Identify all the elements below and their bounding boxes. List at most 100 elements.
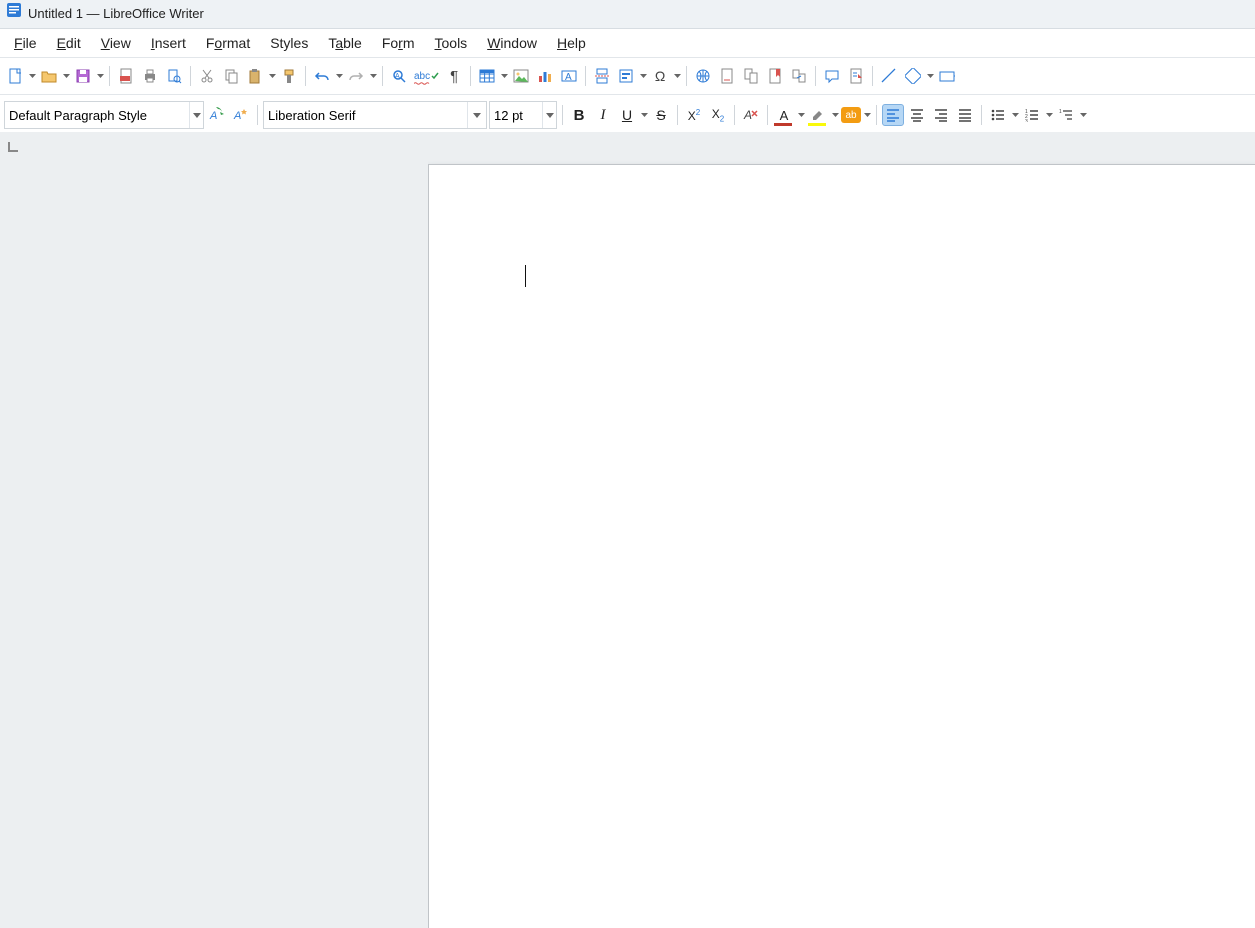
- insert-table-dropdown[interactable]: [500, 65, 508, 87]
- draw-functions-button[interactable]: [936, 65, 958, 87]
- font-size-combo[interactable]: [489, 101, 557, 129]
- paste-button[interactable]: [244, 65, 266, 87]
- insert-page-break-button[interactable]: [591, 65, 613, 87]
- highlight-color-button[interactable]: [807, 104, 829, 126]
- new-dropdown[interactable]: [28, 65, 36, 87]
- font-size-input[interactable]: [490, 102, 542, 128]
- align-right-button[interactable]: [930, 104, 952, 126]
- char-highlight-button[interactable]: ab: [841, 107, 861, 123]
- outline-list-button[interactable]: 1: [1055, 104, 1077, 126]
- menu-edit[interactable]: Edit: [47, 32, 91, 54]
- track-changes-button[interactable]: [845, 65, 867, 87]
- find-replace-button[interactable]: A: [388, 65, 410, 87]
- basic-shapes-dropdown[interactable]: [926, 65, 934, 87]
- cut-button[interactable]: [196, 65, 218, 87]
- align-left-button[interactable]: [882, 104, 904, 126]
- paragraph-style-input[interactable]: [5, 102, 189, 128]
- insert-image-button[interactable]: [510, 65, 532, 87]
- font-color-swatch: [774, 123, 792, 126]
- bold-button[interactable]: B: [568, 104, 590, 126]
- formatting-marks-button[interactable]: ¶: [443, 65, 465, 87]
- superscript-button[interactable]: X2: [683, 104, 705, 126]
- insert-special-char-dropdown[interactable]: [673, 65, 681, 87]
- svg-text:A: A: [395, 73, 400, 80]
- page-viewport[interactable]: [428, 132, 1255, 928]
- font-size-dropdown[interactable]: [542, 102, 556, 128]
- insert-chart-button[interactable]: [534, 65, 556, 87]
- strikethrough-button[interactable]: S: [650, 104, 672, 126]
- numbered-list-dropdown[interactable]: [1045, 104, 1053, 126]
- spellcheck-button[interactable]: abc: [412, 65, 441, 87]
- insert-field-dropdown[interactable]: [639, 65, 647, 87]
- insert-cross-reference-button[interactable]: [788, 65, 810, 87]
- underline-dropdown[interactable]: [640, 104, 648, 126]
- undo-button[interactable]: [311, 65, 333, 87]
- separator: [257, 105, 258, 125]
- underline-button[interactable]: U: [616, 104, 638, 126]
- menu-window[interactable]: Window: [477, 32, 547, 54]
- export-pdf-button[interactable]: [115, 65, 137, 87]
- paragraph-style-combo[interactable]: [4, 101, 204, 129]
- menu-form[interactable]: Form: [372, 32, 425, 54]
- align-center-button[interactable]: [906, 104, 928, 126]
- document-page[interactable]: [428, 164, 1255, 928]
- menu-format[interactable]: Format: [196, 32, 260, 54]
- justify-button[interactable]: [954, 104, 976, 126]
- save-button[interactable]: [72, 65, 94, 87]
- undo-dropdown[interactable]: [335, 65, 343, 87]
- menu-table[interactable]: Table: [318, 32, 371, 54]
- char-highlight-dropdown[interactable]: [863, 104, 871, 126]
- menu-tools[interactable]: Tools: [425, 32, 478, 54]
- redo-button[interactable]: [345, 65, 367, 87]
- redo-dropdown[interactable]: [369, 65, 377, 87]
- paragraph-style-dropdown[interactable]: [189, 102, 203, 128]
- save-dropdown[interactable]: [96, 65, 104, 87]
- update-style-button[interactable]: A: [206, 104, 228, 126]
- font-color-dropdown[interactable]: [797, 104, 805, 126]
- numbered-list-button[interactable]: 123: [1021, 104, 1043, 126]
- separator: [382, 66, 383, 86]
- insert-endnote-button[interactable]: [740, 65, 762, 87]
- insert-footnote-button[interactable]: [716, 65, 738, 87]
- separator: [562, 105, 563, 125]
- font-name-input[interactable]: [264, 102, 467, 128]
- copy-button[interactable]: [220, 65, 242, 87]
- new-button[interactable]: [4, 65, 26, 87]
- font-name-combo[interactable]: [263, 101, 487, 129]
- clear-formatting-button[interactable]: A: [740, 104, 762, 126]
- menu-file[interactable]: File: [4, 32, 47, 54]
- paste-dropdown[interactable]: [268, 65, 276, 87]
- new-style-button[interactable]: A: [230, 104, 252, 126]
- highlight-color-dropdown[interactable]: [831, 104, 839, 126]
- open-dropdown[interactable]: [62, 65, 70, 87]
- menu-styles[interactable]: Styles: [260, 32, 318, 54]
- bullet-list-dropdown[interactable]: [1011, 104, 1019, 126]
- separator: [767, 105, 768, 125]
- bullet-list-button[interactable]: [987, 104, 1009, 126]
- insert-comment-button[interactable]: [821, 65, 843, 87]
- font-name-dropdown[interactable]: [467, 102, 486, 128]
- insert-hyperlink-button[interactable]: [692, 65, 714, 87]
- print-button[interactable]: [139, 65, 161, 87]
- insert-bookmark-button[interactable]: [764, 65, 786, 87]
- open-button[interactable]: [38, 65, 60, 87]
- basic-shapes-button[interactable]: [902, 65, 924, 87]
- separator: [305, 66, 306, 86]
- outline-list-dropdown[interactable]: [1079, 104, 1087, 126]
- print-preview-button[interactable]: [163, 65, 185, 87]
- clone-formatting-button[interactable]: [278, 65, 300, 87]
- italic-button[interactable]: I: [592, 104, 614, 126]
- insert-field-button[interactable]: [615, 65, 637, 87]
- window-title: Untitled 1 — LibreOffice Writer: [28, 0, 204, 28]
- insert-special-char-button[interactable]: Ω: [649, 65, 671, 87]
- subscript-button[interactable]: X2: [707, 104, 729, 126]
- menu-help[interactable]: Help: [547, 32, 596, 54]
- font-color-button[interactable]: A: [773, 104, 795, 126]
- separator: [734, 105, 735, 125]
- insert-textbox-button[interactable]: A: [558, 65, 580, 87]
- insert-table-button[interactable]: [476, 65, 498, 87]
- highlight-color-swatch: [808, 123, 826, 126]
- insert-line-button[interactable]: [878, 65, 900, 87]
- menu-insert[interactable]: Insert: [141, 32, 196, 54]
- menu-view[interactable]: View: [91, 32, 141, 54]
